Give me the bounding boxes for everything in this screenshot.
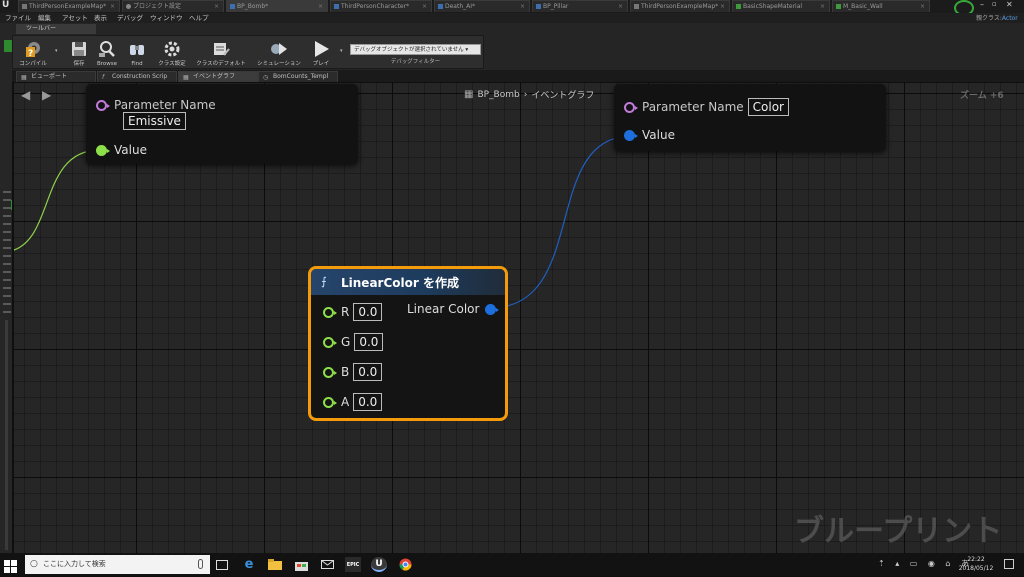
pin-label: R (341, 305, 350, 319)
input-pin-b[interactable]: B 0.0 (323, 363, 383, 381)
value-pin[interactable]: Value (96, 143, 147, 157)
float-pin-icon[interactable] (323, 366, 337, 378)
file-explorer-icon[interactable] (267, 557, 283, 572)
value-input[interactable]: 0.0 (353, 393, 383, 411)
struct-wire (489, 135, 633, 309)
blueprint-grid-icon: ▦ (464, 89, 474, 100)
chrome-icon[interactable] (397, 557, 413, 572)
value-label: Value (114, 143, 147, 157)
node-header[interactable]: ⨍ LinearColor を作成 (311, 269, 505, 295)
pin-label: Linear Color (407, 302, 480, 316)
notifications-icon[interactable] (1004, 559, 1014, 569)
float-pin-icon[interactable] (323, 306, 337, 318)
input-pin-a[interactable]: A 0.0 (323, 393, 383, 411)
float-pin-icon[interactable] (323, 336, 337, 348)
value-input[interactable]: 0.0 (353, 303, 383, 321)
float-pin-icon[interactable] (323, 396, 337, 408)
breadcrumb-graph[interactable]: イベントグラフ (531, 88, 594, 101)
name-pin-icon[interactable] (624, 101, 638, 113)
blueprint-watermark: ブループリント (794, 514, 1003, 549)
parameter-name-label: Parameter Name (642, 100, 744, 114)
value-input[interactable]: 0.0 (353, 363, 383, 381)
parameter-name-pin[interactable]: Parameter Name Color (624, 98, 789, 116)
mail-icon[interactable] (319, 557, 335, 572)
input-pin-g[interactable]: G 0.0 (323, 333, 384, 351)
parameter-name-input[interactable]: Emissive (123, 112, 186, 130)
output-pin-linear-color[interactable]: Linear Color (407, 302, 500, 316)
float-pin-icon[interactable] (96, 144, 110, 156)
windows-start-icon[interactable] (4, 558, 17, 573)
pin-label: G (341, 335, 351, 349)
edge-browser-icon[interactable]: e (241, 557, 257, 572)
clock-date: 2018/05/12 (958, 565, 994, 572)
taskbar-clock[interactable]: 22:22 2018/05/12 (958, 555, 994, 573)
parameter-name-pin[interactable]: Parameter Name (96, 98, 216, 112)
value-label: Value (642, 128, 675, 142)
search-icon: ○ (30, 559, 38, 569)
parameter-name-label: Parameter Name (114, 98, 216, 112)
name-pin-icon[interactable] (96, 99, 110, 111)
epic-launcher-icon[interactable]: EPIC (345, 557, 361, 572)
forward-arrow-icon[interactable]: ▶ (42, 88, 51, 102)
taskbar-search-input[interactable]: ○ ここに入力して検索 (25, 555, 210, 574)
node-set-vector-parameter[interactable]: Parameter Name Color Value (614, 84, 886, 151)
value-input[interactable]: 0.0 (354, 333, 384, 351)
input-pin-r[interactable]: R 0.0 (323, 303, 383, 321)
node-set-scalar-parameter[interactable]: Parameter Name Emissive Value (86, 84, 358, 164)
pin-label: A (341, 395, 350, 409)
struct-pin-icon[interactable] (624, 129, 638, 141)
store-icon[interactable] (293, 557, 309, 572)
node-title: LinearColor を作成 (341, 276, 459, 290)
task-view-icon[interactable] (214, 557, 230, 572)
parameter-name-input[interactable]: Color (747, 98, 789, 116)
chevron-right-icon: › (523, 89, 528, 100)
struct-pin-icon[interactable] (485, 303, 500, 315)
node-make-linear-color[interactable]: ⨍ LinearColor を作成 R 0.0 G 0.0 B 0.0 A 0.… (308, 266, 508, 421)
function-icon: ⨍ (321, 275, 327, 288)
breadcrumb-blueprint[interactable]: BP_Bomb (477, 90, 519, 100)
float-wire (13, 149, 101, 251)
back-arrow-icon[interactable]: ◀ (21, 88, 30, 102)
clock-time: 22:22 (967, 556, 985, 563)
unreal-editor-icon[interactable]: U (371, 557, 387, 572)
search-placeholder: ここに入力して検索 (43, 560, 106, 568)
microphone-icon[interactable] (198, 559, 203, 569)
zoom-indicator: ズーム +6 (960, 91, 1004, 101)
breadcrumb: ▦ BP_Bomb › イベントグラフ (464, 88, 594, 101)
pin-label: B (341, 365, 350, 379)
value-pin[interactable]: Value (624, 128, 675, 142)
